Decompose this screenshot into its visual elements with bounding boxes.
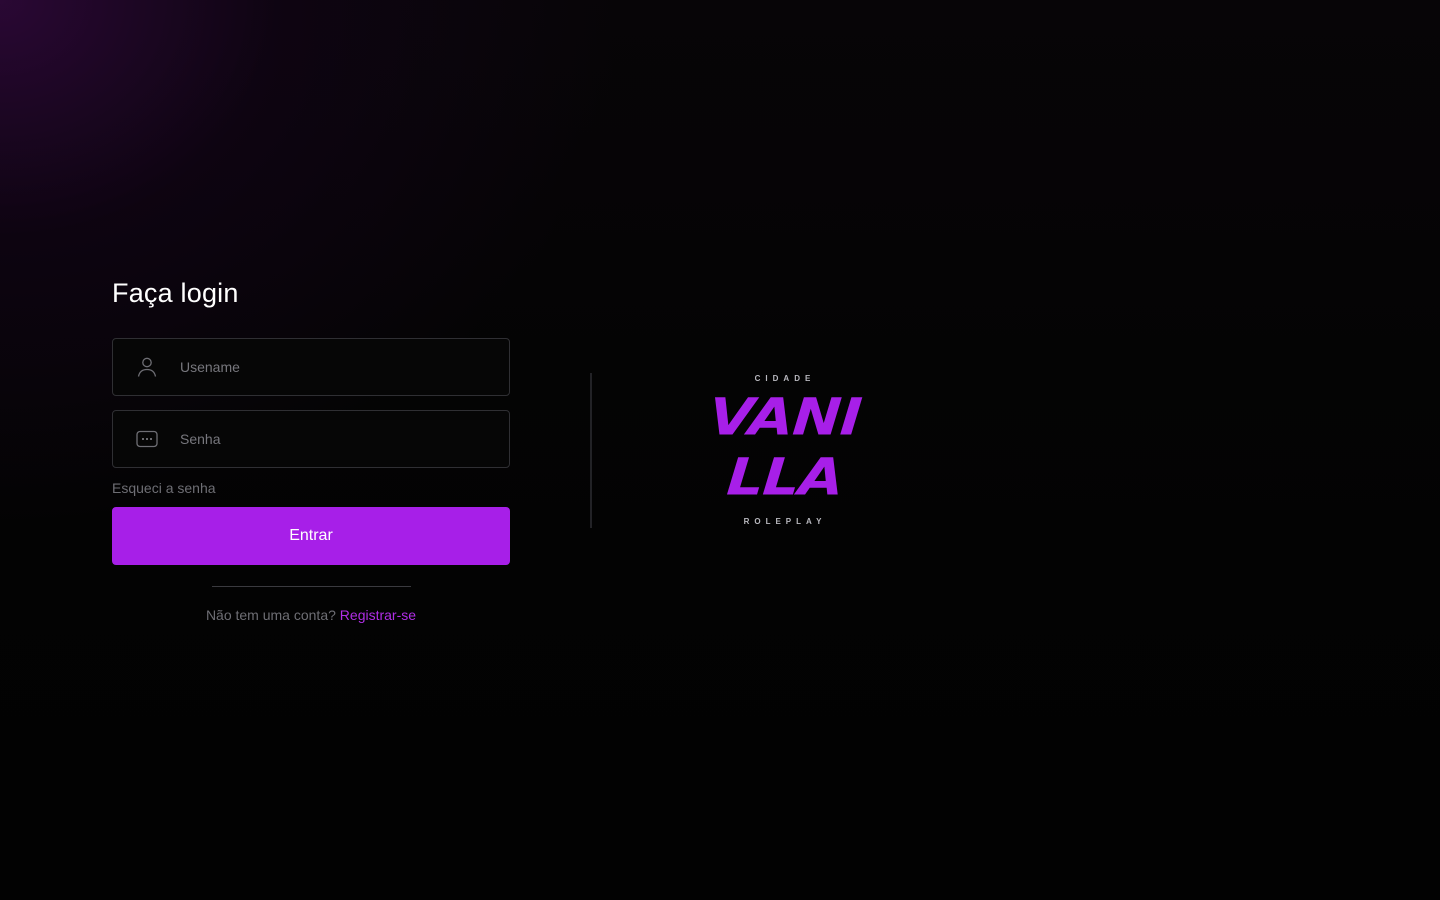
login-button[interactable]: Entrar: [112, 507, 510, 565]
forgot-password-link[interactable]: Esqueci a senha: [112, 480, 216, 497]
password-input[interactable]: [180, 411, 490, 467]
login-page: Faça login Esqueci a senha Entrar Não te…: [0, 0, 1440, 900]
user-icon: [135, 356, 159, 378]
logo-line-2: LLA: [724, 447, 846, 507]
username-input[interactable]: [180, 339, 490, 395]
register-prompt: Não tem uma conta? Registrar-se: [112, 606, 510, 624]
no-account-text: Não tem uma conta?: [205, 607, 336, 623]
password-dots-icon: [135, 428, 159, 450]
vertical-divider: [590, 373, 592, 528]
password-field[interactable]: [112, 410, 510, 468]
logo-bottom-text: ROLEPLAY: [743, 517, 827, 526]
form-divider: [212, 586, 411, 587]
logo-line-1: VANI: [706, 387, 864, 447]
vanilla-roleplay-logo: CIDADE VANI LLA ROLEPLAY: [660, 368, 910, 532]
logo-top-text: CIDADE: [754, 374, 816, 383]
register-link[interactable]: Registrar-se: [340, 607, 416, 623]
login-title: Faça login: [112, 278, 239, 308]
username-field[interactable]: [112, 338, 510, 396]
